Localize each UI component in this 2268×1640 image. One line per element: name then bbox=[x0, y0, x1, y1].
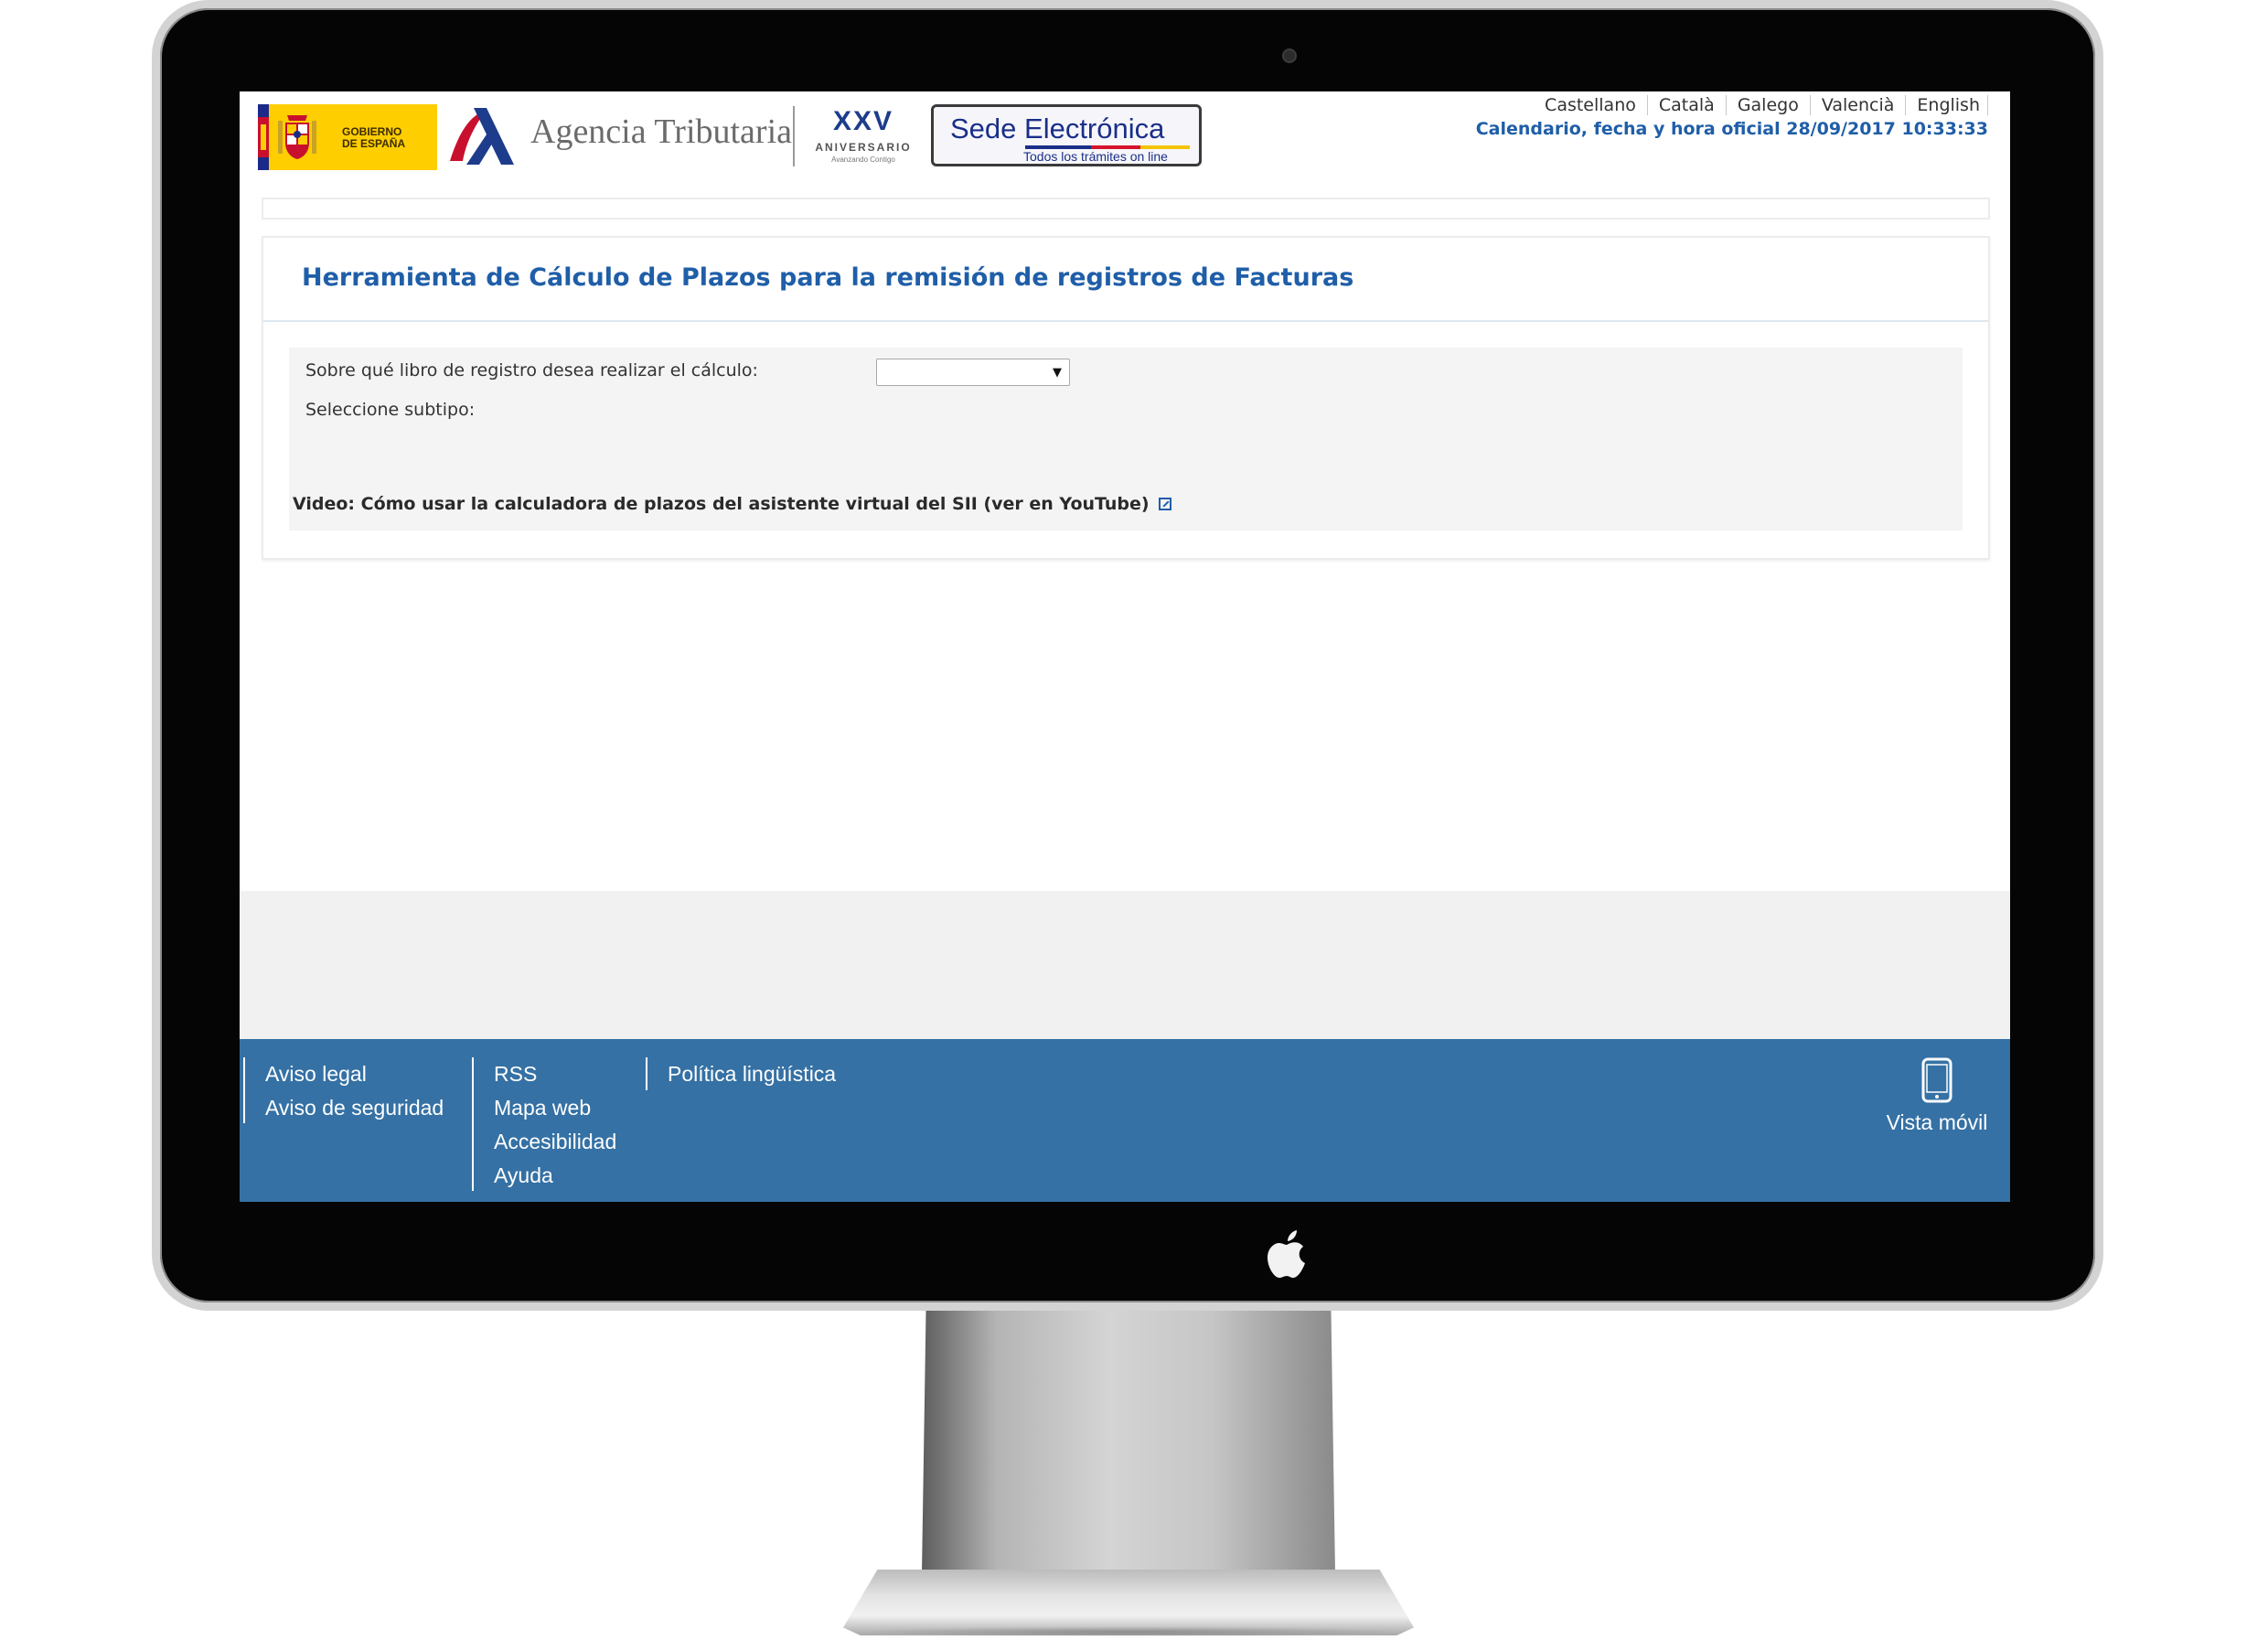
agencia-tributaria-logo-icon[interactable] bbox=[446, 104, 516, 168]
site-header: GOBIERNO DE ESPAÑA Agencia Tributaria XX… bbox=[240, 91, 2010, 179]
footer-link-accesibilidad[interactable]: Accesibilidad bbox=[494, 1125, 616, 1159]
browser-screen: GOBIERNO DE ESPAÑA Agencia Tributaria XX… bbox=[240, 91, 2010, 1202]
mobile-view-button[interactable]: Vista móvil bbox=[1882, 1057, 1992, 1135]
camera-icon bbox=[1282, 48, 1297, 63]
anniversary-subtitle: ANIVERSARIO bbox=[815, 141, 912, 154]
footer-link-ayuda[interactable]: Ayuda bbox=[494, 1159, 616, 1193]
video-link-text: Video: Cómo usar la calculadora de plazo… bbox=[293, 494, 1150, 514]
libro-registro-select[interactable]: ▼ bbox=[876, 359, 1070, 386]
gobierno-espana-logo[interactable]: GOBIERNO DE ESPAÑA bbox=[258, 104, 437, 170]
footer-column-legal: Aviso legal Aviso de seguridad bbox=[243, 1057, 444, 1123]
lang-castellano[interactable]: Castellano bbox=[1534, 95, 1648, 115]
calendar-official-time-link[interactable]: Calendario, fecha y hora oficial 28/09/2… bbox=[1476, 119, 1988, 139]
breadcrumb-bar bbox=[262, 198, 1990, 220]
gov-logo-text: GOBIERNO DE ESPAÑA bbox=[342, 126, 405, 150]
agency-name[interactable]: Agencia Tributaria bbox=[530, 112, 792, 152]
calculation-tool-panel: Herramienta de Cálculo de Plazos para la… bbox=[262, 236, 1990, 560]
sede-title: Sede Electrónica bbox=[950, 113, 1165, 145]
footer-link-aviso-seguridad[interactable]: Aviso de seguridad bbox=[265, 1091, 444, 1125]
xxv-anniversary-logo: XXV ANIVERSARIO Avanzando Contigo bbox=[808, 106, 918, 170]
anniversary-title: XXV bbox=[832, 106, 894, 136]
gov-logo-line-2: DE ESPAÑA bbox=[342, 137, 406, 150]
pre-footer-band bbox=[240, 891, 2010, 1041]
footer-link-rss[interactable]: RSS bbox=[494, 1057, 616, 1091]
lang-galego[interactable]: Galego bbox=[1727, 95, 1811, 115]
footer-column-language: Política lingüística bbox=[646, 1057, 836, 1090]
sede-subtitle: Todos los trámites on line bbox=[1023, 149, 1168, 164]
dropdown-arrow-icon: ▼ bbox=[1053, 366, 1062, 380]
footer-link-mapa-web[interactable]: Mapa web bbox=[494, 1091, 616, 1125]
lang-valencia[interactable]: Valencià bbox=[1811, 95, 1907, 115]
external-link-icon bbox=[1158, 498, 1171, 510]
coat-of-arms-icon bbox=[278, 115, 316, 159]
page-title: Herramienta de Cálculo de Plazos para la… bbox=[302, 263, 1354, 292]
footer-link-politica-linguistica[interactable]: Política lingüística bbox=[668, 1057, 836, 1091]
site-footer: Aviso legal Aviso de seguridad RSS Mapa … bbox=[240, 1039, 2010, 1202]
mobile-view-label: Vista móvil bbox=[1886, 1110, 1988, 1134]
apple-icon bbox=[1268, 1230, 1305, 1278]
footer-column-site: RSS Mapa web Accesibilidad Ayuda bbox=[472, 1057, 616, 1191]
panel-divider bbox=[263, 320, 1988, 322]
mobile-phone-icon bbox=[1921, 1057, 1952, 1103]
libro-registro-label: Sobre qué libro de registro desea realiz… bbox=[305, 360, 758, 381]
spain-flag-icon bbox=[258, 104, 269, 170]
youtube-video-link[interactable]: Video: Cómo usar la calculadora de plazo… bbox=[293, 494, 1171, 514]
anniversary-tagline: Avanzando Contigo bbox=[831, 155, 895, 164]
monitor-neck bbox=[922, 1311, 1335, 1574]
footer-link-aviso-legal[interactable]: Aviso legal bbox=[265, 1057, 444, 1091]
calculation-form: Sobre qué libro de registro desea realiz… bbox=[289, 348, 1963, 531]
lang-catala[interactable]: Català bbox=[1648, 95, 1727, 115]
language-selector: Castellano Català Galego Valencià Englis… bbox=[1534, 95, 1988, 115]
lang-english[interactable]: English bbox=[1906, 95, 1988, 115]
header-divider bbox=[793, 106, 795, 166]
subtipo-label: Seleccione subtipo: bbox=[305, 400, 476, 420]
sede-electronica-button[interactable]: Sede Electrónica Todos los trámites on l… bbox=[931, 104, 1202, 166]
stand-shadow bbox=[860, 1626, 1399, 1637]
